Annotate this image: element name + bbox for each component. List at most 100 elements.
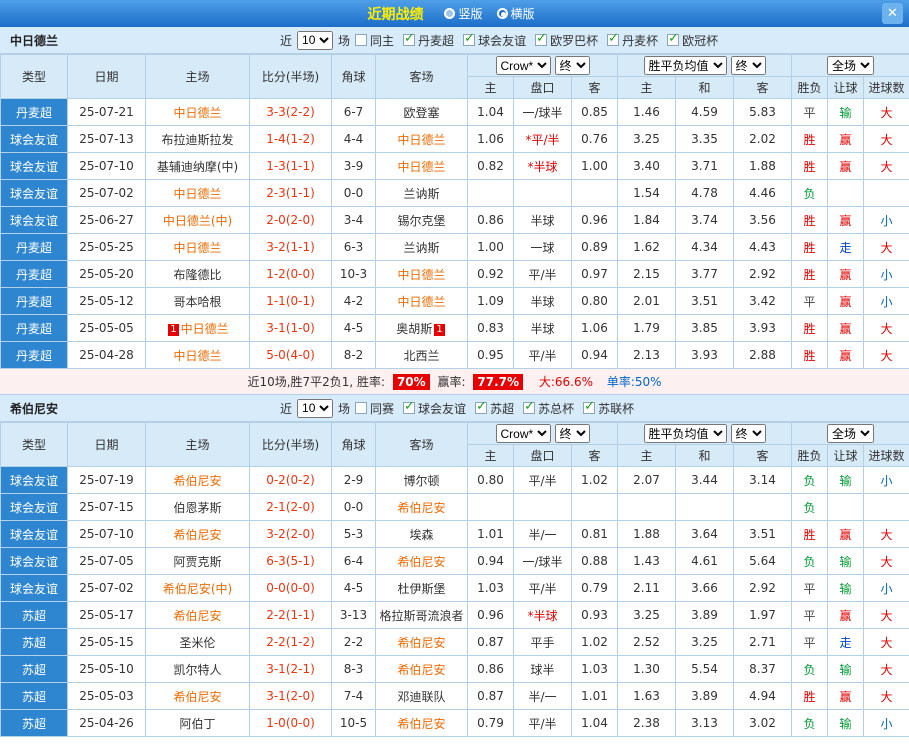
away-team-name[interactable]: 中日德兰: [397, 133, 445, 147]
home-team-name[interactable]: 阿贾克斯: [173, 555, 221, 569]
score-cell[interactable]: 3-1(1-0): [250, 315, 332, 342]
checkbox-icon[interactable]: [355, 34, 367, 46]
score-cell[interactable]: 3-1(2-0): [250, 683, 332, 710]
score-cell[interactable]: 3-2(2-0): [250, 521, 332, 548]
away-team-cell[interactable]: 杜伊斯堡: [376, 575, 468, 602]
away-team-name[interactable]: 博尔顿: [403, 474, 439, 488]
away-team-cell[interactable]: 博尔顿: [376, 467, 468, 494]
radio-icon[interactable]: [497, 8, 508, 19]
away-team-cell[interactable]: 格拉斯哥流浪者: [376, 602, 468, 629]
away-team-cell[interactable]: 希伯尼安: [376, 548, 468, 575]
away-team-cell[interactable]: 中日德兰: [376, 288, 468, 315]
home-team-cell[interactable]: 阿伯丁: [146, 710, 250, 737]
away-team-cell[interactable]: 邓迪联队: [376, 683, 468, 710]
filter-checkbox[interactable]: 苏超: [475, 400, 514, 417]
home-team-name[interactable]: 布拉迪斯拉发: [161, 133, 233, 147]
score-cell[interactable]: 2-2(1-1): [250, 602, 332, 629]
odds-company-select[interactable]: Crow*: [496, 424, 551, 443]
view-option-vertical[interactable]: 竖版: [444, 5, 482, 22]
home-team-cell[interactable]: 中日德兰: [146, 180, 250, 207]
away-team-name[interactable]: 埃森: [409, 528, 433, 542]
home-team-cell[interactable]: 1中日德兰: [146, 315, 250, 342]
checkbox-icon[interactable]: [475, 402, 487, 414]
away-team-name[interactable]: 中日德兰: [397, 295, 445, 309]
home-team-name[interactable]: 中日德兰: [173, 106, 221, 120]
away-team-name[interactable]: 希伯尼安: [397, 636, 445, 650]
home-team-name[interactable]: 基辅迪纳摩(中): [157, 160, 238, 174]
home-team-cell[interactable]: 基辅迪纳摩(中): [146, 153, 250, 180]
checkbox-icon[interactable]: [403, 34, 415, 46]
away-team-name[interactable]: 格拉斯哥流浪者: [379, 609, 463, 623]
away-team-name[interactable]: 兰讷斯: [403, 187, 439, 201]
home-team-name[interactable]: 希伯尼安: [173, 690, 221, 704]
away-team-cell[interactable]: 奥胡斯1: [376, 315, 468, 342]
home-team-cell[interactable]: 中日德兰: [146, 99, 250, 126]
recent-count-select[interactable]: 10: [297, 399, 333, 418]
home-team-cell[interactable]: 伯恩茅斯: [146, 494, 250, 521]
home-team-name[interactable]: 中日德兰: [173, 349, 221, 363]
away-team-name[interactable]: 希伯尼安: [397, 717, 445, 731]
radio-icon[interactable]: [444, 8, 455, 19]
home-team-name[interactable]: 圣米伦: [179, 636, 215, 650]
filter-checkbox[interactable]: 苏联杯: [583, 400, 634, 417]
away-team-cell[interactable]: 中日德兰: [376, 153, 468, 180]
filter-checkbox[interactable]: 欧罗巴杯: [535, 32, 598, 49]
score-cell[interactable]: 5-0(4-0): [250, 342, 332, 369]
home-team-cell[interactable]: 中日德兰: [146, 234, 250, 261]
odds-final-select[interactable]: 终: [555, 424, 590, 443]
home-team-name[interactable]: 中日德兰(中): [163, 214, 232, 228]
home-team-name[interactable]: 希伯尼安: [173, 528, 221, 542]
filter-checkbox[interactable]: 苏总杯: [523, 400, 574, 417]
away-team-name[interactable]: 杜伊斯堡: [397, 582, 445, 596]
checkbox-icon[interactable]: [535, 34, 547, 46]
home-team-name[interactable]: 中日德兰: [181, 322, 229, 336]
avg-metric-select[interactable]: 胜平负均值: [644, 424, 727, 443]
away-team-name[interactable]: 北西兰: [403, 349, 439, 363]
score-cell[interactable]: 1-2(0-0): [250, 261, 332, 288]
score-cell[interactable]: 2-0(2-0): [250, 207, 332, 234]
score-cell[interactable]: 0-2(0-2): [250, 467, 332, 494]
score-cell[interactable]: 2-1(2-0): [250, 494, 332, 521]
odds-company-select[interactable]: Crow*: [496, 56, 551, 75]
score-cell[interactable]: 1-4(1-2): [250, 126, 332, 153]
filter-checkbox[interactable]: 同主: [355, 32, 394, 49]
home-team-cell[interactable]: 圣米伦: [146, 629, 250, 656]
away-team-cell[interactable]: 北西兰: [376, 342, 468, 369]
filter-checkbox[interactable]: 欧冠杯: [667, 32, 718, 49]
away-team-cell[interactable]: 中日德兰: [376, 261, 468, 288]
odds-final-select[interactable]: 终: [555, 56, 590, 75]
home-team-name[interactable]: 希伯尼安(中): [163, 582, 232, 596]
home-team-name[interactable]: 哥本哈根: [173, 295, 221, 309]
filter-checkbox[interactable]: 丹麦杯: [607, 32, 658, 49]
away-team-cell[interactable]: 希伯尼安: [376, 494, 468, 521]
home-team-name[interactable]: 伯恩茅斯: [173, 501, 221, 515]
checkbox-icon[interactable]: [607, 34, 619, 46]
home-team-cell[interactable]: 希伯尼安: [146, 683, 250, 710]
home-team-name[interactable]: 中日德兰: [173, 241, 221, 255]
away-team-cell[interactable]: 希伯尼安: [376, 656, 468, 683]
home-team-name[interactable]: 中日德兰: [173, 187, 221, 201]
away-team-name[interactable]: 欧登塞: [403, 106, 439, 120]
home-team-cell[interactable]: 中日德兰(中): [146, 207, 250, 234]
checkbox-icon[interactable]: [355, 402, 367, 414]
away-team-cell[interactable]: 欧登塞: [376, 99, 468, 126]
away-team-name[interactable]: 中日德兰: [397, 268, 445, 282]
score-cell[interactable]: 6-3(5-1): [250, 548, 332, 575]
view-option-horizontal[interactable]: 横版: [497, 5, 535, 22]
away-team-cell[interactable]: 兰讷斯: [376, 234, 468, 261]
score-cell[interactable]: 1-1(0-1): [250, 288, 332, 315]
away-team-name[interactable]: 希伯尼安: [397, 663, 445, 677]
fulltime-scope-select[interactable]: 全场: [827, 56, 874, 75]
score-cell[interactable]: 3-3(2-2): [250, 99, 332, 126]
away-team-name[interactable]: 希伯尼安: [397, 555, 445, 569]
score-cell[interactable]: 1-0(0-0): [250, 710, 332, 737]
score-cell[interactable]: 2-3(1-1): [250, 180, 332, 207]
away-team-name[interactable]: 锡尔克堡: [397, 214, 445, 228]
home-team-cell[interactable]: 希伯尼安: [146, 521, 250, 548]
home-team-cell[interactable]: 希伯尼安: [146, 602, 250, 629]
checkbox-icon[interactable]: [523, 402, 535, 414]
checkbox-icon[interactable]: [667, 34, 679, 46]
home-team-cell[interactable]: 中日德兰: [146, 342, 250, 369]
score-cell[interactable]: 0-0(0-0): [250, 575, 332, 602]
close-icon[interactable]: ✕: [882, 3, 903, 24]
